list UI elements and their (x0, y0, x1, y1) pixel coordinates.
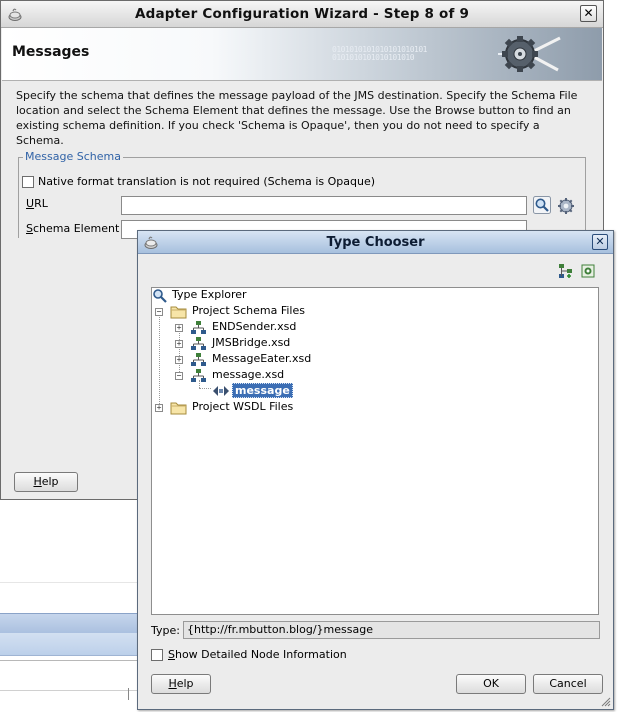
background-divider (0, 690, 140, 691)
type-chooser-title: Type Chooser (326, 235, 425, 250)
wizard-title-bar[interactable]: Adapter Configuration Wizard - Step 8 of… (1, 1, 603, 28)
wizard-banner: Messages 0101010101010101010101 01010101… (2, 28, 602, 81)
collapse-toggle[interactable]: − (155, 308, 163, 316)
expand-toggle[interactable]: + (175, 340, 183, 348)
wizard-description: Specify the schema that defines the mess… (16, 89, 578, 147)
type-chooser-close-button[interactable]: ✕ (592, 234, 608, 250)
expand-toggle[interactable]: + (155, 404, 163, 412)
adapter-gear-icon (498, 36, 561, 72)
xsd-file-icon (191, 321, 206, 334)
schema-element-label-mnemonic: S (26, 222, 33, 235)
url-label-mnemonic: U (26, 197, 35, 210)
tree-connector (159, 310, 161, 410)
opaque-schema-label[interactable]: Native format translation is not require… (38, 175, 375, 188)
search-icon (153, 289, 167, 303)
background-divider (0, 660, 140, 661)
expand-toggle[interactable]: + (175, 324, 183, 332)
ok-button[interactable]: OK (456, 674, 526, 694)
type-label: Type: (151, 624, 180, 637)
tree-node-label: ENDSender.xsd (212, 320, 297, 333)
wizard-close-button[interactable]: ✕ (580, 5, 597, 22)
tree-node-label: Type Explorer (172, 288, 247, 301)
url-label-rest: RL (34, 197, 48, 210)
tree-node-label: Project Schema Files (192, 304, 305, 317)
url-field[interactable] (121, 196, 527, 215)
browse-schema-icon[interactable] (580, 263, 596, 279)
type-explorer-tree[interactable]: Type Explorer − Project Schema Files + E… (151, 287, 599, 615)
search-icon[interactable] (533, 196, 551, 214)
xsd-file-icon (191, 353, 206, 366)
tree-node-label: JMSBridge.xsd (212, 336, 291, 349)
wizard-help-button[interactable]: Help (14, 472, 78, 492)
show-detailed-node-checkbox[interactable] (151, 649, 163, 661)
background-panel-header (0, 613, 140, 634)
element-icon (213, 386, 229, 396)
show-detailed-node-label[interactable]: Show Detailed Node Information (168, 648, 347, 661)
banner-binary-decoration: 0101010101010101010101 01010101010101010… (332, 45, 427, 62)
tree-connector (199, 388, 211, 390)
schema-element-label-rest: chema Element (32, 222, 120, 235)
folder-icon (170, 306, 187, 319)
message-schema-legend: Message Schema (23, 150, 123, 163)
opaque-schema-checkbox[interactable] (22, 176, 34, 188)
background-divider (0, 582, 140, 583)
folder-icon (170, 402, 187, 415)
tree-node-label: MessageEater.xsd (212, 352, 312, 365)
xsd-file-icon (191, 337, 206, 350)
import-schema-icon[interactable] (558, 263, 574, 279)
type-chooser-title-bar[interactable]: Type Chooser ✕ (138, 231, 613, 254)
xsd-file-icon (191, 369, 206, 382)
cancel-button[interactable]: Cancel (533, 674, 603, 694)
url-label: URL (26, 197, 48, 210)
selected-node-label: message (232, 383, 293, 398)
resize-grip-icon[interactable] (601, 697, 611, 707)
background-tick (128, 688, 129, 700)
wizard-title: Adapter Configuration Wizard - Step 8 of… (134, 6, 470, 22)
expand-toggle[interactable]: + (175, 356, 183, 364)
gear-icon[interactable] (557, 197, 575, 215)
type-chooser-help-button[interactable]: Help (151, 674, 211, 694)
type-chooser-dialog: Type Chooser ✕ Type Explorer − Project S… (137, 230, 614, 710)
tree-node-label: message.xsd (212, 368, 285, 381)
background-panel-toolbar (0, 633, 140, 656)
type-value-field: {http://fr.mbutton.blog/}message (183, 621, 600, 639)
page-title: Messages (12, 44, 90, 60)
schema-element-label: Schema Element (26, 222, 119, 235)
collapse-toggle[interactable]: − (175, 372, 183, 380)
tree-node-label: Project WSDL Files (192, 400, 294, 413)
